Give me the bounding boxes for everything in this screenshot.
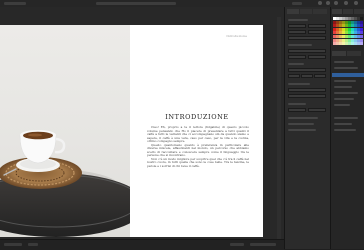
panel-tab[interactable] (332, 51, 346, 56)
dropdown[interactable] (288, 88, 326, 92)
window-control-icon[interactable] (354, 1, 358, 5)
color-swatch[interactable] (360, 35, 363, 38)
text-field[interactable] (308, 55, 326, 59)
layer-row[interactable] (334, 98, 354, 100)
layer-row[interactable] (334, 117, 358, 119)
text-field[interactable] (308, 24, 326, 28)
panel-tab[interactable] (287, 9, 299, 14)
layer-row[interactable] (334, 129, 356, 131)
paragraph: Questo quantomeno quanto è preferenza in… (147, 142, 249, 158)
color-swatch[interactable] (360, 31, 363, 35)
section-header[interactable] (288, 129, 316, 131)
panel-tab[interactable] (332, 9, 342, 14)
color-swatch[interactable] (360, 20, 363, 24)
layer-row[interactable] (334, 80, 356, 82)
status-item[interactable] (28, 243, 38, 246)
panel-tab[interactable] (313, 9, 327, 14)
paragraph: Non c'è un modo migliore per scoprire qu… (147, 156, 249, 169)
panel-tab[interactable] (300, 9, 312, 14)
paragraph: Ciao! Eh, proprio a te il lettore (fidga… (147, 125, 249, 144)
dropdown[interactable] (288, 94, 326, 98)
swatches-layers-panel (330, 7, 364, 249)
vertical-scrollbar[interactable] (277, 17, 281, 243)
status-bar (0, 239, 284, 250)
text-field[interactable] (288, 108, 306, 112)
section-header[interactable] (288, 44, 312, 46)
color-swatch[interactable] (360, 17, 363, 20)
toolbar-item[interactable] (4, 2, 26, 5)
body-text-frame[interactable]: Ciao! Eh, proprio a te il lettore (fidga… (147, 125, 249, 169)
section-header[interactable] (288, 19, 308, 21)
text-field[interactable] (288, 30, 306, 34)
panel-tab[interactable] (343, 9, 353, 14)
layer-row[interactable] (334, 61, 354, 63)
layer-row[interactable] (334, 104, 350, 106)
running-header: Introduzione (226, 34, 247, 38)
page-spread[interactable]: Introduzione INTRODUZIONE Ciao! Eh, prop… (0, 25, 263, 237)
text-field[interactable] (308, 108, 326, 112)
color-swatch[interactable] (360, 42, 363, 46)
section-header[interactable] (288, 103, 306, 105)
coffee-photo[interactable] (0, 25, 130, 237)
color-swatch[interactable] (360, 24, 363, 28)
window-control-icon[interactable] (318, 1, 322, 5)
properties-panel (284, 7, 331, 249)
dropdown[interactable] (288, 36, 326, 40)
text-field[interactable] (314, 74, 326, 78)
layer-row[interactable] (334, 92, 358, 94)
panel-tab[interactable] (347, 51, 361, 56)
window-control-icon[interactable] (326, 1, 330, 5)
section-header[interactable] (288, 123, 314, 125)
swatch-grid[interactable] (333, 17, 363, 47)
layer-row[interactable] (334, 86, 352, 88)
text-field[interactable] (288, 55, 306, 59)
window-control-icon[interactable] (334, 1, 338, 5)
section-header[interactable] (288, 117, 318, 119)
selected-layer-row[interactable] (332, 73, 364, 77)
dropdown[interactable] (288, 49, 326, 53)
text-page[interactable]: Introduzione INTRODUZIONE Ciao! Eh, prop… (131, 25, 263, 237)
color-swatch[interactable] (360, 38, 363, 42)
panel-tab[interactable] (354, 9, 364, 14)
status-item[interactable] (230, 243, 244, 246)
zoom-slider[interactable] (250, 243, 276, 246)
text-field[interactable] (288, 74, 300, 78)
toolbar-item[interactable] (292, 2, 302, 5)
coffee-illustration (0, 130, 130, 237)
dropdown[interactable] (288, 68, 326, 72)
text-field[interactable] (288, 24, 306, 28)
section-header[interactable] (288, 83, 310, 85)
color-swatch[interactable] (360, 27, 363, 31)
layer-row[interactable] (334, 123, 352, 125)
text-field[interactable] (308, 30, 326, 34)
document-tab[interactable] (96, 2, 176, 5)
status-item[interactable] (4, 243, 22, 246)
chapter-title[interactable]: INTRODUZIONE (131, 113, 263, 121)
section-header[interactable] (288, 63, 304, 65)
text-field[interactable] (301, 74, 313, 78)
window-control-icon[interactable] (344, 1, 348, 5)
document-canvas[interactable]: Introduzione INTRODUZIONE Ciao! Eh, prop… (0, 7, 284, 243)
layer-row[interactable] (334, 67, 358, 69)
